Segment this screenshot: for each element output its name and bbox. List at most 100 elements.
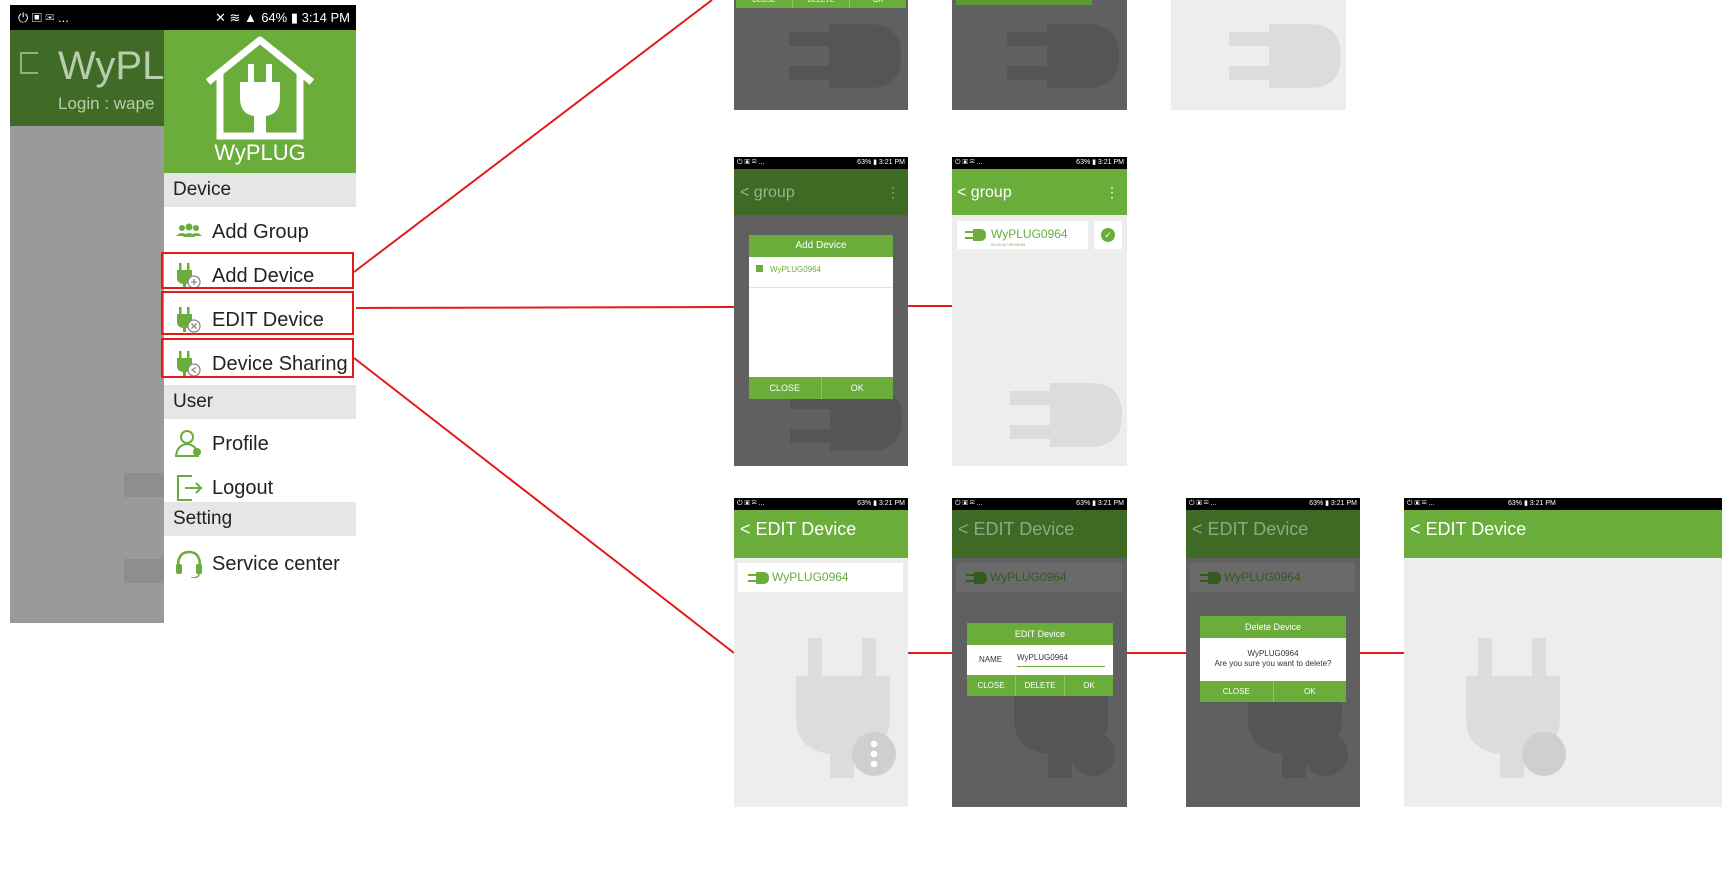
exit-icon[interactable] bbox=[20, 52, 38, 74]
delete-message-device: WyPLUG0964 bbox=[1247, 649, 1299, 658]
screen-title: EDIT Device bbox=[973, 519, 1075, 539]
plug-icon bbox=[965, 229, 986, 241]
fab-more-button[interactable] bbox=[1522, 732, 1566, 776]
close-button[interactable]: CLOSE bbox=[1200, 681, 1274, 702]
small-status-bar: ⏻ ▣ ✉ ... 63% ▮ 3:21 PM bbox=[734, 157, 908, 169]
screenshot-top-2 bbox=[952, 0, 1127, 110]
back-title[interactable]: < group bbox=[740, 184, 795, 202]
status-left: ⏻ ▣ ✉ ... bbox=[955, 159, 983, 166]
small-status-bar: ⏻ ▣ ✉ ... 63% ▮ 3:21 PM bbox=[1404, 498, 1722, 510]
device-item-label: WyPLUG0964 bbox=[770, 265, 822, 274]
dialog-title: Add Device bbox=[749, 235, 893, 257]
device-list-item[interactable]: WyPLUG0964 bbox=[738, 563, 903, 592]
selected-check[interactable]: ✓ bbox=[1094, 221, 1122, 249]
delete-message-confirm: Are you sure you want to delete? bbox=[1214, 659, 1332, 668]
close-button[interactable]: CLOSE bbox=[749, 377, 822, 399]
status-left: ⏻ ▣ ✉ ... bbox=[737, 159, 765, 166]
back-title[interactable]: < EDIT Device bbox=[740, 519, 856, 540]
device-list-item[interactable]: WyPLUG0964 bbox=[1190, 563, 1355, 592]
fab-more-button[interactable] bbox=[852, 732, 896, 776]
screenshot-edit-empty: ⏻ ▣ ✉ ... 63% ▮ 3:21 PM < EDIT Device bbox=[1404, 498, 1722, 807]
small-status-bar: ⏻ ▣ ✉ ... 63% ▮ 3:21 PM bbox=[952, 157, 1127, 169]
highlight-edit-device bbox=[161, 291, 354, 335]
close-button[interactable]: CLOSE bbox=[967, 675, 1016, 696]
overflow-menu-icon[interactable]: ⋮ bbox=[1105, 184, 1119, 201]
screen-title: EDIT Device bbox=[755, 519, 857, 539]
ok-button[interactable]: OK bbox=[822, 377, 894, 399]
small-status-bar: ⏻ ▣ ✉ ... 63% ▮ 3:21 PM bbox=[734, 498, 908, 510]
small-status-bar: ⏻ ▣ ✉ ... 63% ▮ 3:21 PM bbox=[1186, 498, 1360, 510]
menu-label: Profile bbox=[212, 433, 269, 455]
back-title[interactable]: < EDIT Device bbox=[1192, 519, 1308, 540]
menu-label: Add Group bbox=[212, 221, 309, 243]
screen-title: group bbox=[970, 184, 1012, 201]
status-right: 63% ▮ 3:21 PM bbox=[1076, 500, 1124, 507]
dialog-buttons: CLOSE OK bbox=[749, 377, 893, 399]
section-device-label: Device bbox=[173, 179, 232, 200]
menu-item-service-center[interactable]: Service center bbox=[164, 542, 356, 586]
delete-button[interactable]: DELETE bbox=[1016, 675, 1065, 696]
app-bar: < EDIT Device bbox=[952, 510, 1127, 558]
app-bar: < EDIT Device bbox=[1404, 510, 1722, 558]
overflow-menu-icon[interactable]: ⋮ bbox=[886, 184, 900, 201]
status-right: 63% ▮ 3:21 PM bbox=[1076, 159, 1124, 166]
status-bar: ⏻ ▣ ✉ ... ✕ ≋ ▲ 64% ▮ 3:14 PM bbox=[10, 5, 356, 30]
highlight-add-device bbox=[161, 252, 354, 289]
device-list-item[interactable]: WyPLUG0964 bbox=[956, 563, 1122, 592]
name-label: NAME bbox=[979, 655, 1003, 664]
plug-watermark-icon bbox=[789, 24, 901, 88]
ok-button[interactable]: OK bbox=[850, 0, 906, 8]
small-status-bar: ⏻ ▣ ✉ ... 63% ▮ 3:21 PM bbox=[952, 498, 1127, 510]
status-right: 63% ▮ 3:21 PM bbox=[1508, 500, 1556, 507]
menu-item-add-group[interactable]: Add Group bbox=[164, 210, 356, 254]
device-name: WyPLUG0964 bbox=[990, 570, 1067, 584]
plug-icon bbox=[1200, 572, 1221, 584]
house-plug-logo-icon bbox=[205, 36, 315, 140]
screen-title: EDIT Device bbox=[1425, 519, 1527, 539]
ok-button[interactable]: OK bbox=[1274, 681, 1347, 702]
back-title[interactable]: < EDIT Device bbox=[1410, 519, 1526, 540]
ok-button[interactable]: OK bbox=[1065, 675, 1113, 696]
screen-title: EDIT Device bbox=[1207, 519, 1309, 539]
screenshot-top-1: CLOSE DELETE OK bbox=[734, 0, 908, 110]
plug-watermark-icon bbox=[1010, 383, 1122, 447]
app-bar: < EDIT Device bbox=[734, 510, 908, 558]
dialog-device-item[interactable]: WyPLUG0964 bbox=[749, 265, 893, 288]
checkbox-checked-icon[interactable] bbox=[756, 265, 763, 272]
section-user: User bbox=[164, 385, 356, 419]
screenshot-group-add-dialog: ⏻ ▣ ✉ ... 63% ▮ 3:21 PM < group ⋮ Add Dev… bbox=[734, 157, 908, 466]
menu-label: Service center bbox=[212, 553, 340, 575]
screen-title: group bbox=[753, 184, 795, 201]
device-name: WyPLUG0964 bbox=[991, 227, 1068, 241]
menu-item-profile[interactable]: Profile bbox=[164, 422, 356, 466]
dim-placeholder bbox=[124, 559, 164, 583]
menu-label: Logout bbox=[212, 477, 274, 499]
section-setting-label: Setting bbox=[173, 508, 233, 529]
plug-icon bbox=[748, 572, 769, 584]
dialog-buttons: CLOSE DELETE OK bbox=[736, 0, 906, 8]
status-left: ⏻ ▣ ✉ ... bbox=[1189, 500, 1217, 507]
dim-placeholder bbox=[124, 473, 164, 497]
fab-more-button[interactable] bbox=[1304, 732, 1348, 776]
fab-more-button[interactable] bbox=[1071, 732, 1115, 776]
screenshot-top-3 bbox=[1171, 0, 1346, 110]
delete-button[interactable]: DELETE bbox=[793, 0, 850, 8]
status-left: ⏻ ▣ ✉ ... bbox=[955, 500, 983, 507]
close-button[interactable]: CLOSE bbox=[736, 0, 793, 8]
device-name: WyPLUG0964 bbox=[1224, 570, 1301, 584]
section-setting: Setting bbox=[164, 502, 356, 536]
check-circle-icon: ✓ bbox=[1101, 228, 1115, 242]
section-user-label: User bbox=[173, 391, 214, 412]
dialog-buttons: CLOSE DELETE OK bbox=[967, 675, 1113, 696]
back-title[interactable]: < EDIT Device bbox=[958, 519, 1074, 540]
profile-icon bbox=[174, 430, 201, 457]
dialog-button-strip bbox=[956, 0, 1092, 5]
highlight-device-sharing bbox=[161, 338, 354, 378]
device-list-item[interactable]: WyPLUG0964 00:1D:A7:0D:09:64 bbox=[957, 221, 1088, 249]
screenshot-group-list: ⏻ ▣ ✉ ... 63% ▮ 3:21 PM < group ⋮ WyPLUG0… bbox=[952, 157, 1127, 466]
name-input[interactable]: WyPLUG0964 bbox=[1017, 653, 1105, 667]
screenshot-edit-list: ⏻ ▣ ✉ ... 63% ▮ 3:21 PM < EDIT Device WyP… bbox=[734, 498, 908, 807]
back-title[interactable]: < group bbox=[957, 184, 1012, 202]
group-people-icon bbox=[176, 223, 202, 237]
delete-device-dialog: Delete Device WyPLUG0964 Are you sure yo… bbox=[1200, 616, 1346, 702]
